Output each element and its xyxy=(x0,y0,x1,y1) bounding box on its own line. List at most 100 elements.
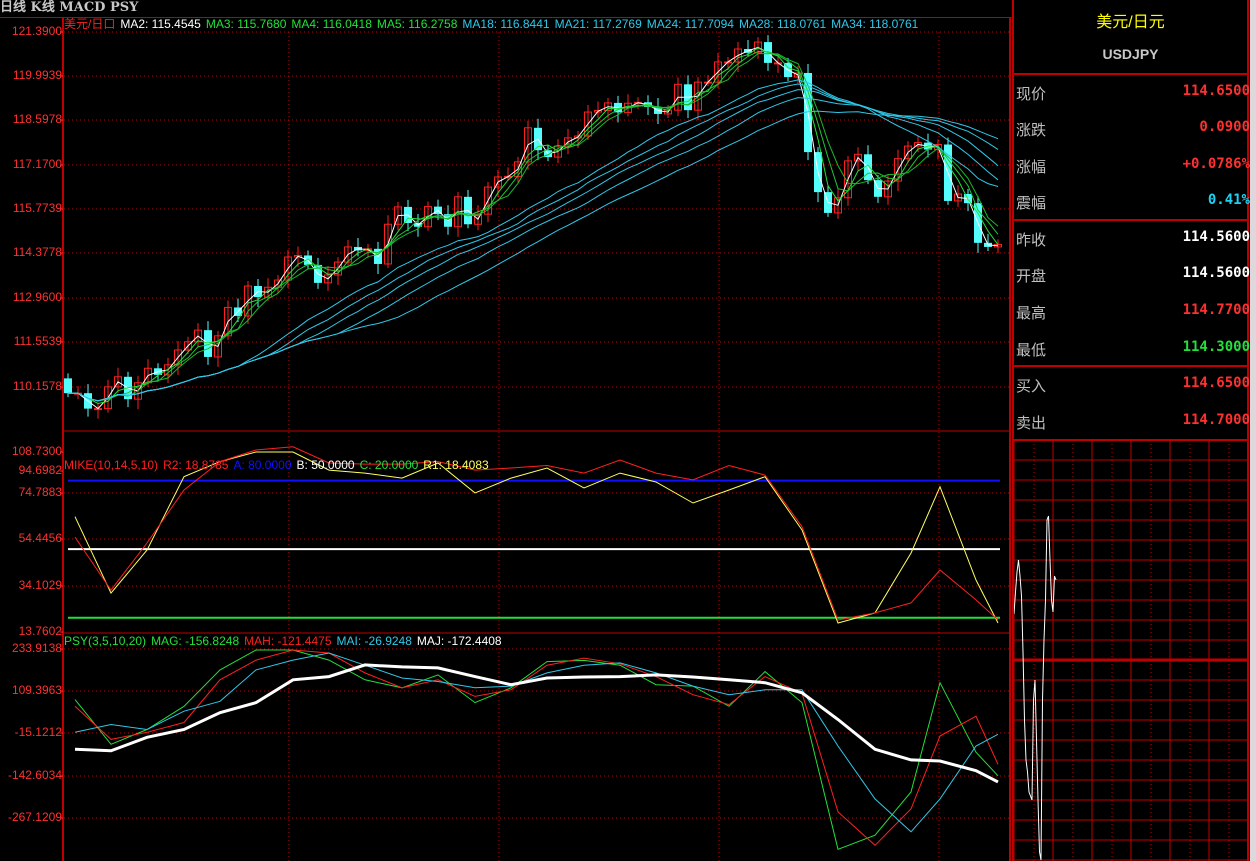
legend-item: R2: 18.8785 xyxy=(163,458,229,472)
quote-row: 现价 114.6500 xyxy=(1016,83,1250,103)
divider xyxy=(1014,219,1249,221)
candle-down xyxy=(944,137,952,205)
legend-item: MA21: 117.2769 xyxy=(554,17,642,31)
candle-up xyxy=(214,330,222,367)
legend-item: MA28: 118.0761 xyxy=(738,17,827,31)
y-axis-tick: 54.4456 xyxy=(18,531,62,545)
legend-item: C: 20.0000 xyxy=(359,458,419,472)
symbol-label: 美元/日口 xyxy=(64,17,116,31)
quote-label: 买入 xyxy=(1016,378,1047,395)
quote-value: 114.6500 xyxy=(1182,375,1250,391)
quote-label: 卖出 xyxy=(1016,415,1047,432)
quote-value: 114.7000 xyxy=(1182,412,1250,428)
legend-item: MAI: -26.9248 xyxy=(336,634,412,648)
candle-up xyxy=(854,147,862,171)
quote-row: 震幅 0.41% xyxy=(1016,192,1250,212)
candle-up xyxy=(704,75,712,87)
candle-up xyxy=(844,155,852,206)
quote-value: 114.5600 xyxy=(1182,229,1250,245)
quote-row: 涨幅 +0.0786% xyxy=(1016,156,1250,176)
legend-item: MA5: 116.2758 xyxy=(376,17,458,31)
candle-down xyxy=(374,241,382,274)
main-legend: 美元/日口 MA2: 115.4545 MA3: 115.7680 MA4: 116.… xyxy=(64,17,928,31)
y-axis-tick: 117.1700 xyxy=(12,157,62,171)
quote-row: 买入 114.6500 xyxy=(1016,375,1250,395)
y-axis-tick: -142.6034 xyxy=(7,768,62,782)
y-axis-tick: 115.7739 xyxy=(12,201,62,215)
divider xyxy=(1014,73,1249,75)
quote-code: USDJPY xyxy=(1102,46,1159,62)
legend-item: PSY(3,5,10,20) xyxy=(64,634,147,648)
legend-item: R1: 18.4083 xyxy=(423,458,489,472)
legend-item: MIKE(10,14,5,10) xyxy=(64,458,159,472)
legend-item: MA24: 117.7094 xyxy=(646,17,734,31)
y-axis-tick: 111.5539 xyxy=(13,334,62,348)
candle-down xyxy=(254,279,262,308)
candle-up xyxy=(584,105,592,141)
side-scrollbar[interactable] xyxy=(1250,0,1256,861)
mike-legend: MIKE(10,14,5,10) R2: 18.8785 A: 80.0000 B: … xyxy=(64,458,494,472)
legend-item: MAH: -121.4475 xyxy=(244,634,332,648)
y-axis-tick: 119.9939 xyxy=(12,68,62,82)
candle-down xyxy=(984,233,992,251)
quote-value: 0.0900 xyxy=(1199,119,1250,135)
y-axis-tick: -267.1209 xyxy=(7,810,62,824)
candle-down xyxy=(974,196,982,253)
quote-label: 昨收 xyxy=(1016,232,1047,249)
psy-legend: PSY(3,5,10,20) MAG: -156.8248 MAH: -121.44… xyxy=(64,634,507,648)
quote-label: 开盘 xyxy=(1016,268,1047,285)
legend-item: B: 50.0000 xyxy=(296,458,355,472)
y-axis-tick: 34.1029 xyxy=(18,578,62,592)
y-axis-tick: 121.3900 xyxy=(11,24,62,38)
mike-R2-line xyxy=(74,446,999,621)
quote-label: 震幅 xyxy=(1016,195,1047,212)
legend-item: MAJ: -172.4408 xyxy=(416,634,502,648)
quote-row: 开盘 114.5600 xyxy=(1016,265,1250,285)
quote-row: 昨收 114.5600 xyxy=(1016,229,1250,249)
legend-item: MA3: 115.7680 xyxy=(205,17,287,31)
legend-item: MAG: -156.8248 xyxy=(151,634,240,648)
y-axis-tick: 110.1578 xyxy=(12,379,62,393)
quote-row: 涨跌 0.0900 xyxy=(1016,119,1250,139)
divider xyxy=(1014,439,1249,441)
quote-row: 卖出 114.7000 xyxy=(1016,412,1250,432)
candle-up xyxy=(484,182,492,223)
quote-value: 114.5600 xyxy=(1182,265,1250,281)
legend-item: MA34: 118.0761 xyxy=(831,17,919,31)
candle-up xyxy=(834,188,842,219)
y-axis-tick: 13.7602 xyxy=(18,624,62,638)
legend-item: MA4: 116.0418 xyxy=(291,17,372,31)
quote-value: 0.41% xyxy=(1207,192,1250,208)
quote-label: 现价 xyxy=(1016,86,1047,103)
candle-down xyxy=(124,371,132,408)
quote-value: 114.7700 xyxy=(1182,302,1250,318)
candle-body xyxy=(64,378,72,394)
candle-up xyxy=(504,167,512,181)
mike-R1-line xyxy=(74,451,999,624)
quote-label: 涨幅 xyxy=(1016,159,1047,176)
candle-down xyxy=(234,298,242,322)
y-axis-tick: 112.9600 xyxy=(12,290,62,304)
y-axis-tick: 233.9138 xyxy=(11,641,62,655)
candle-up xyxy=(954,184,962,207)
candle-up xyxy=(74,386,82,400)
quote-label: 最高 xyxy=(1016,305,1047,322)
y-axis-tick: 118.5978 xyxy=(12,112,62,126)
quote-value: 114.3000 xyxy=(1182,339,1250,355)
quote-name: 美元/日元 xyxy=(1096,14,1165,31)
candle-up xyxy=(104,379,112,413)
divider xyxy=(1014,365,1249,367)
quote-row: 最高 114.7700 xyxy=(1016,302,1250,322)
legend-item: MA2: 115.4545 xyxy=(120,17,201,31)
y-axis-tick: 108.7300 xyxy=(11,444,62,458)
psy-MAJ-line xyxy=(74,663,999,784)
legend-item: MA18: 116.8441 xyxy=(462,17,550,31)
y-axis-tick: -15.1212 xyxy=(14,725,62,739)
candle-up xyxy=(624,94,632,117)
y-axis-tick: 94.6982 xyxy=(18,463,62,477)
candle-down xyxy=(464,189,472,229)
y-axis-tick: 74.7883 xyxy=(18,485,62,499)
candle-up xyxy=(114,367,122,393)
quote-row: 最低 114.3000 xyxy=(1016,339,1250,359)
legend-item: A: 80.0000 xyxy=(233,458,292,472)
